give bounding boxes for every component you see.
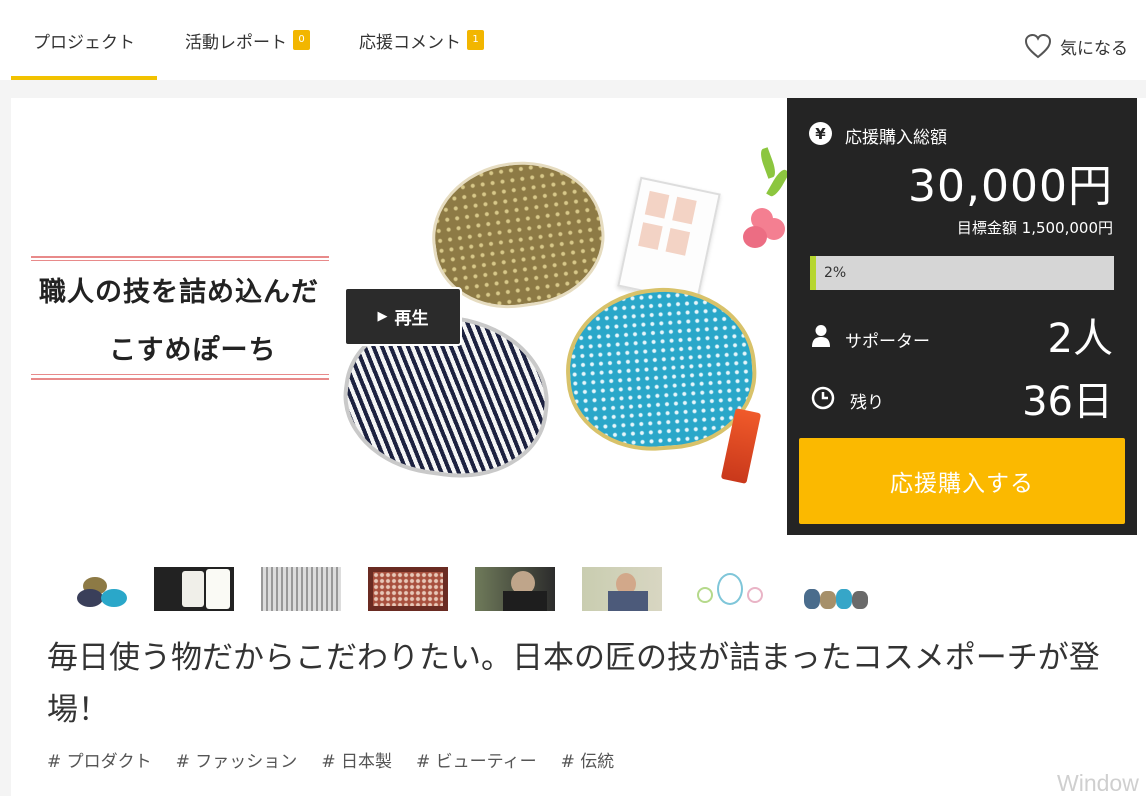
- tag-fashion[interactable]: # ファッション: [176, 747, 298, 772]
- divider: [31, 374, 329, 375]
- thumbnail-loom[interactable]: [261, 567, 341, 611]
- play-label: 再生: [394, 309, 429, 329]
- tab-activity-report-label: 活動レポート: [185, 32, 287, 53]
- favorite-label: 気になる: [1060, 38, 1128, 59]
- total-amount-value: 30,000円: [908, 161, 1113, 212]
- windows-watermark: Window: [1057, 770, 1139, 796]
- divider: [31, 256, 329, 258]
- tab-activity-report[interactable]: 活動レポート 0: [185, 0, 310, 80]
- yen-icon: ¥: [809, 122, 832, 145]
- tag-beauty[interactable]: # ビューティー: [416, 747, 537, 772]
- favorite-button[interactable]: 気になる: [1024, 0, 1128, 92]
- divider: [31, 378, 329, 380]
- tab-support-comments[interactable]: 応援コメント 1: [359, 0, 484, 80]
- hero-headline-line1: 職人の技を詰め込んだ: [39, 277, 319, 308]
- support-comments-count-badge: 1: [467, 30, 484, 50]
- progress-percent: 2%: [824, 265, 847, 281]
- thumbnail-thread-spools[interactable]: [154, 567, 234, 611]
- tag-list: # プロダクト # ファッション # 日本製 # ビューティー # 伝統: [47, 747, 638, 772]
- thumbnail-craftsman-portrait[interactable]: [582, 567, 662, 611]
- top-nav: プロジェクト 活動レポート 0 応援コメント 1 気になる: [0, 0, 1146, 80]
- tab-support-comments-label: 応援コメント: [359, 32, 461, 53]
- supporters-count: 2人: [1047, 316, 1113, 362]
- thumbnail-pouches[interactable]: [47, 567, 127, 611]
- hero-headline-line2: こすめぽーち: [109, 335, 277, 366]
- total-amount-label: 応援購入総額: [845, 128, 947, 148]
- activity-report-count-badge: 0: [293, 30, 310, 50]
- tab-project[interactable]: プロジェクト: [11, 0, 157, 80]
- flower-decoration: [733, 147, 787, 268]
- clock-icon: [811, 386, 835, 410]
- tag-product[interactable]: # プロダクト: [47, 747, 152, 772]
- remaining-days: 36日: [1022, 379, 1113, 425]
- progress-bar: 2%: [810, 256, 1114, 290]
- active-tab-indicator: [11, 76, 157, 80]
- tag-made-in-japan[interactable]: # 日本製: [321, 747, 392, 772]
- thumbnail-iwami-logo[interactable]: [689, 567, 769, 611]
- hero-image[interactable]: 職人の技を詰め込んだ こすめぽーち ▶ 再生: [11, 98, 787, 535]
- divider: [31, 260, 329, 261]
- person-icon: [812, 325, 830, 347]
- remaining-label: 残り: [850, 393, 884, 413]
- progress-bar-fill: [810, 256, 817, 290]
- play-video-button[interactable]: ▶ 再生: [344, 287, 462, 346]
- support-purchase-button[interactable]: 応援購入する: [799, 438, 1125, 524]
- thumbnail-fabric[interactable]: [368, 567, 448, 611]
- play-icon: ▶: [377, 309, 388, 324]
- goal-amount: 目標金額 1,500,000円: [956, 219, 1113, 237]
- eyeshadow-palette: [617, 176, 721, 304]
- tag-tradition[interactable]: # 伝統: [561, 747, 615, 772]
- supporters-label: サポーター: [845, 332, 930, 352]
- thumbnail-iwami-pouches[interactable]: [796, 567, 876, 611]
- thumbnail-craftsman-workshop[interactable]: [475, 567, 555, 611]
- heart-icon: [1024, 33, 1052, 59]
- hero-headline-box: 職人の技を詰め込んだ こすめぽーち: [31, 256, 329, 381]
- tab-project-label: プロジェクト: [33, 32, 135, 53]
- project-title: 毎日使う物だからこだわりたい。日本の匠の技が詰まったコスメポーチが登場！: [47, 640, 1100, 728]
- funding-panel: ¥ 応援購入総額 30,000円 目標金額 1,500,000円 2% サポータ…: [787, 98, 1137, 535]
